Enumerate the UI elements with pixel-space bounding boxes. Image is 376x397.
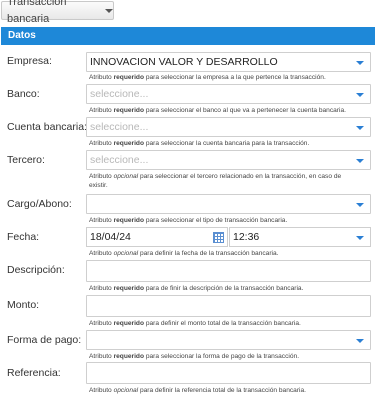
- forma-pago-help: Atributo requerido para seleccionar la f…: [89, 353, 300, 360]
- tercero-select[interactable]: seleccione...: [86, 150, 371, 170]
- monto-input[interactable]: [86, 295, 371, 317]
- chevron-down-icon: [356, 236, 364, 240]
- chevron-down-icon: [105, 8, 113, 13]
- empresa-label: Empresa:: [7, 55, 52, 67]
- referencia-help: Atributo opcional para definir la refere…: [89, 387, 306, 394]
- cargo-help: Atributo requerido para seleccionar el t…: [89, 217, 288, 224]
- cuenta-placeholder: seleccione...: [90, 121, 149, 133]
- fecha-label: Fecha:: [7, 231, 40, 243]
- time-select[interactable]: 12:36: [229, 227, 371, 247]
- referencia-label: Referencia:: [7, 367, 61, 379]
- date-input[interactable]: 18/04/24: [86, 227, 228, 247]
- banco-select[interactable]: seleccione...: [86, 84, 371, 104]
- banco-label: Banco:: [7, 88, 40, 100]
- time-value: 12:36: [233, 231, 260, 243]
- forma-pago-select[interactable]: [86, 330, 371, 350]
- tercero-label: Tercero:: [7, 154, 45, 166]
- chevron-down-icon: [356, 93, 364, 97]
- monto-help: Atributo requerido para definir el monto…: [89, 320, 301, 327]
- forma-pago-label: Forma de pago:: [7, 334, 82, 346]
- cargo-select[interactable]: [86, 194, 371, 214]
- cuenta-label: Cuenta bancaria:: [7, 121, 87, 133]
- toolbar: Transacción bancaria: [0, 0, 376, 25]
- fecha-help: Atributo opcional para definir la fecha …: [89, 250, 279, 257]
- empresa-select[interactable]: INNOVACION VALOR Y DESARROLLO: [86, 52, 371, 72]
- monto-label: Monto:: [7, 299, 40, 311]
- tercero-placeholder: seleccione...: [90, 154, 149, 166]
- chevron-down-icon: [356, 203, 364, 207]
- tercero-help: Atributo opcional para seleccionar el te…: [89, 173, 342, 189]
- calendar-icon[interactable]: [213, 232, 224, 243]
- transaction-menu-label: Transacción bancaria: [7, 0, 67, 25]
- empresa-value: INNOVACION VALOR Y DESARROLLO: [90, 56, 278, 68]
- descripcion-label: Descripción:: [7, 264, 65, 276]
- chevron-down-icon: [356, 159, 364, 163]
- empresa-help: Atributo requerido para seleccionar la e…: [89, 74, 326, 81]
- banco-placeholder: seleccione...: [90, 88, 149, 100]
- referencia-input[interactable]: [86, 362, 371, 384]
- transaction-menu-button[interactable]: Transacción bancaria: [1, 0, 114, 25]
- cuenta-select[interactable]: seleccione...: [86, 117, 371, 137]
- chevron-down-icon: [356, 61, 364, 65]
- chevron-down-icon: [356, 126, 364, 130]
- banco-help: Atributo requerido para seleccionar el b…: [89, 107, 346, 114]
- descripcion-help: Atributo requerido para de finir la desc…: [89, 285, 304, 292]
- panel-title: Datos: [1, 27, 375, 45]
- chevron-down-icon: [356, 339, 364, 343]
- date-value: 18/04/24: [90, 231, 131, 243]
- descripcion-input[interactable]: [86, 260, 371, 282]
- cuenta-help: Atributo requerido para seleccionar la c…: [89, 140, 310, 147]
- cargo-label: Cargo/Abono:: [7, 198, 72, 210]
